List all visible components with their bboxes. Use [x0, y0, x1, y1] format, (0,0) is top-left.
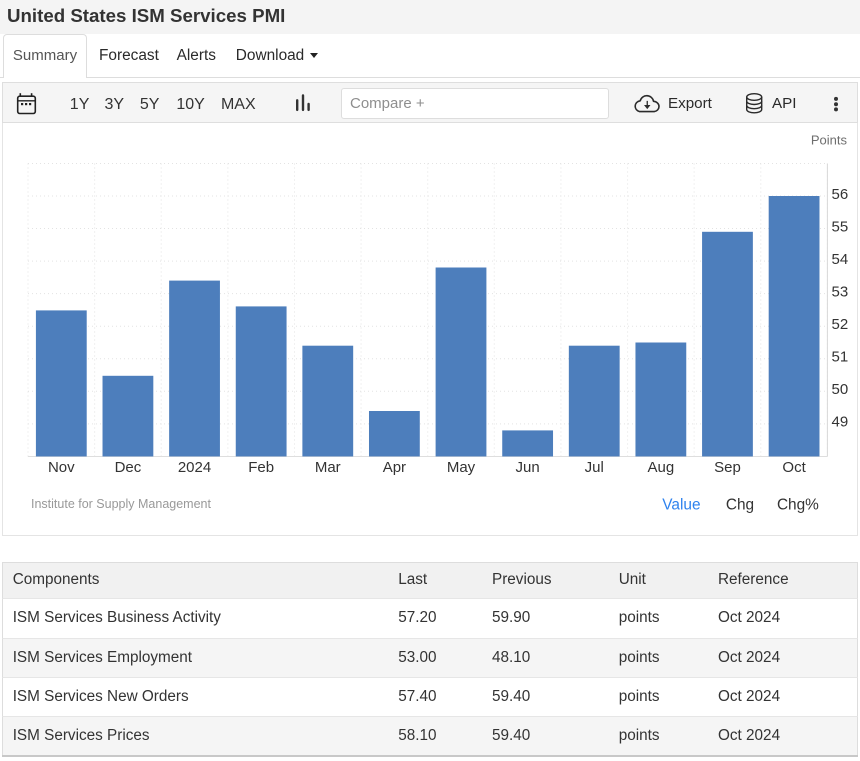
svg-text:Points: Points	[811, 133, 848, 148]
svg-text:Value: Value	[662, 497, 700, 514]
svg-text:Mar: Mar	[315, 459, 341, 476]
svg-text:Aug: Aug	[648, 459, 675, 476]
svg-text:Chg: Chg	[726, 497, 754, 514]
svg-text:49: 49	[832, 414, 849, 431]
svg-text:50: 50	[832, 381, 849, 398]
svg-text:Chg%: Chg%	[777, 497, 819, 514]
svg-text:2024: 2024	[178, 459, 211, 476]
svg-text:Jul: Jul	[585, 459, 604, 476]
svg-text:Oct: Oct	[782, 459, 806, 476]
svg-text:May: May	[447, 459, 476, 476]
svg-text:56: 56	[832, 186, 849, 203]
svg-text:55: 55	[832, 218, 849, 235]
svg-text:Feb: Feb	[248, 459, 274, 476]
svg-text:52: 52	[832, 316, 849, 333]
svg-text:Nov: Nov	[48, 459, 75, 476]
svg-text:Institute for Supply Managemen: Institute for Supply Management	[31, 497, 211, 511]
svg-text:Sep: Sep	[714, 459, 741, 476]
svg-text:Dec: Dec	[115, 459, 142, 476]
svg-text:51: 51	[832, 349, 849, 366]
svg-text:Jun: Jun	[516, 459, 540, 476]
svg-text:Apr: Apr	[383, 459, 406, 476]
svg-text:54: 54	[832, 251, 849, 268]
svg-text:53: 53	[832, 283, 849, 300]
